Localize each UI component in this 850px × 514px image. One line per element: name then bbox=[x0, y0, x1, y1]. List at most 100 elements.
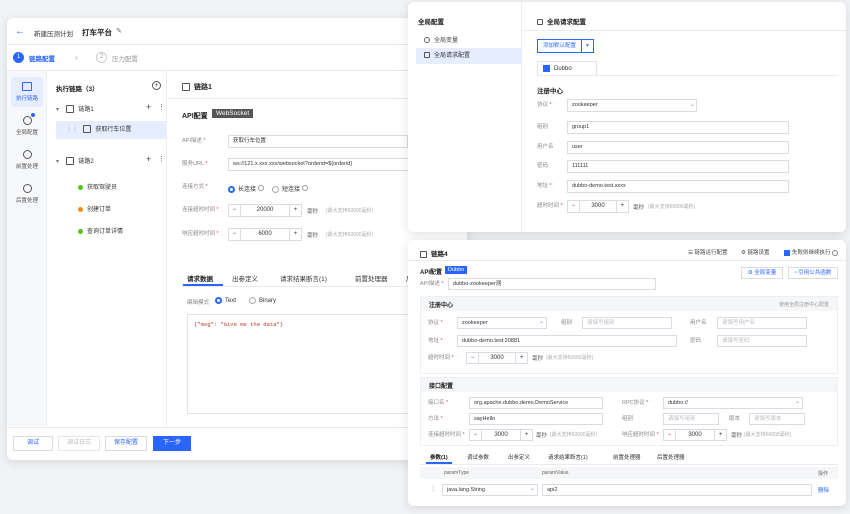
api-config-label: API配置 bbox=[182, 113, 208, 120]
gear-icon bbox=[424, 37, 430, 44]
desc-input[interactable]: 获取行车位置 bbox=[228, 135, 408, 148]
reg-timeout-hint: (最大支持60000毫秒) bbox=[546, 355, 594, 361]
registry-note[interactable]: 使用全局注册中心配置 bbox=[779, 301, 829, 308]
add-chain-icon[interactable]: + bbox=[152, 81, 161, 90]
param-value-input[interactable]: api2 bbox=[542, 484, 812, 496]
timeout-stepper[interactable]: −20000 + bbox=[228, 204, 302, 217]
tab-assert[interactable]: 请求结果断言(1) bbox=[280, 273, 327, 283]
tab-pre-processor[interactable]: 前置处理器 bbox=[355, 273, 388, 283]
iface-conn-unit: 毫秒 bbox=[536, 433, 548, 439]
main-title: 链路1 bbox=[182, 82, 212, 92]
drag-handle-icon[interactable]: ⋮ bbox=[430, 485, 436, 492]
conn-long-radio[interactable]: 长连接 bbox=[228, 184, 264, 193]
iface-ver-label: 版本 bbox=[729, 416, 741, 422]
next-step-button[interactable]: 下一步 bbox=[153, 436, 191, 451]
iface-group-input[interactable]: 请填写组别 bbox=[663, 413, 719, 425]
nav-post-process[interactable]: 后置处理 bbox=[11, 179, 43, 209]
registry-section-title: 注册中心 bbox=[537, 88, 563, 95]
debug-log-button[interactable]: 调试日志 bbox=[58, 436, 100, 451]
tree-group-2[interactable]: ▾ 链路2 + ⋮ bbox=[56, 154, 165, 166]
encode-label: 编辑模式 bbox=[187, 300, 210, 306]
tab-pre-processor[interactable]: 前置处理器 bbox=[613, 453, 641, 461]
chain-settings-button[interactable]: ⚙ 链路设置 bbox=[741, 248, 769, 256]
tree-item[interactable]: 查询订单详情 bbox=[78, 226, 123, 235]
reg-proto-select[interactable]: zookeeper bbox=[457, 317, 547, 329]
step-chevron-icon: › bbox=[75, 53, 78, 62]
conn-short-radio[interactable]: 短连接 bbox=[272, 184, 308, 193]
add-default-button[interactable]: 添加默认配置 ▾ bbox=[537, 39, 594, 53]
reg-timeout-stepper[interactable]: −3000 + bbox=[466, 352, 528, 364]
nav-global-config[interactable]: 全局配置 bbox=[11, 111, 43, 141]
chain-run-config-button[interactable]: ☰ 链路运行配置 bbox=[688, 248, 727, 256]
iface-conn-label: 连接超时时间 * bbox=[428, 432, 465, 438]
group-input[interactable]: group1 bbox=[567, 121, 789, 134]
reg-group-label: 组别 bbox=[561, 320, 573, 326]
timeout-unit: 毫秒 bbox=[633, 205, 645, 211]
pass-input[interactable]: 111111 bbox=[567, 160, 789, 173]
nav-exec-chain[interactable]: 执行链路 bbox=[11, 77, 43, 107]
public-func-button[interactable]: ▫ 引用公共函数 bbox=[788, 267, 838, 279]
back-arrow-icon[interactable]: ← bbox=[15, 26, 25, 37]
tab-assert[interactable]: 请求结果断言(1) bbox=[548, 453, 588, 461]
reg-pass-input[interactable]: 请填写密码 bbox=[717, 335, 807, 347]
reg-group-input[interactable]: 请填写组别 bbox=[582, 317, 672, 329]
delete-link[interactable]: 删除 bbox=[818, 486, 829, 494]
tab-output-def[interactable]: 出参定义 bbox=[232, 273, 258, 283]
iface-proto-select[interactable]: dubbo:// bbox=[663, 397, 803, 409]
chain-icon bbox=[22, 82, 32, 91]
reg-user-label: 用户名 bbox=[690, 320, 707, 326]
addr-input[interactable]: dubbo-demo.test.xxxx bbox=[567, 180, 789, 193]
chevron-down-icon: ⌄ bbox=[539, 319, 545, 325]
debug-button[interactable]: 调试 bbox=[13, 436, 53, 451]
iface-conn-hint: (最大支持60000毫秒) bbox=[550, 432, 598, 438]
tree-item-selected[interactable]: ⋮⋮ 获取行车位置 bbox=[56, 121, 167, 139]
step-2[interactable]: 2 压力配置 bbox=[96, 52, 138, 63]
dubbo-tab[interactable]: Dubbo bbox=[537, 61, 597, 75]
chevron-down-icon[interactable]: ▾ bbox=[582, 40, 593, 52]
reg-pass-label: 密码 bbox=[690, 338, 702, 344]
desc-label: API描述 * bbox=[182, 138, 206, 144]
add-icon[interactable]: + bbox=[146, 102, 151, 112]
side-item-global-vars[interactable]: 全局变量 bbox=[424, 35, 458, 44]
tab-params[interactable]: 参数(1) bbox=[430, 453, 448, 461]
continue-on-fail-checkbox[interactable]: 失败则继续执行 bbox=[784, 248, 839, 256]
param-type-select[interactable]: java.lang.String bbox=[442, 484, 538, 496]
iface-name-input[interactable]: org.apache.dubbo.demo.DemoService bbox=[469, 397, 603, 409]
timeout-stepper[interactable]: −3000 + bbox=[567, 200, 629, 213]
gear-icon: ⚙ bbox=[747, 270, 753, 276]
more-icon[interactable]: ⋮ bbox=[158, 103, 165, 111]
reg-addr-input[interactable]: dubbo-demo.test:20881 bbox=[457, 335, 677, 347]
reg-user-input[interactable]: 请填写用户名 bbox=[717, 317, 807, 329]
global-vars-button[interactable]: ⚙ 全局变量 bbox=[741, 267, 783, 279]
pass-label: 密码 bbox=[537, 163, 549, 169]
url-input[interactable]: ws://121.x.xxx.xxx/websocket?orderid=${o… bbox=[228, 158, 413, 171]
read-stepper[interactable]: −6000 + bbox=[228, 228, 302, 241]
code-content: {"msg": "Give me the data"} bbox=[194, 321, 284, 328]
api-desc-input[interactable]: dubbo-zookeeper测 bbox=[448, 278, 656, 290]
tab-debug-params[interactable]: 调试参数 bbox=[467, 453, 489, 461]
add-icon[interactable]: + bbox=[146, 154, 151, 164]
global-config-window: 全局配置 全局变量 全局请求配置 全局请求配置 添加默认配置 ▾ Dubbo 注… bbox=[408, 2, 846, 232]
tree-item[interactable]: 获取驾驶员 bbox=[78, 182, 117, 191]
iface-method-input[interactable]: sayHello bbox=[469, 413, 603, 425]
reg-addr-label: 地址 * bbox=[428, 338, 443, 344]
save-config-button[interactable]: 保存配置 bbox=[105, 436, 147, 451]
nav-pre-process[interactable]: 前置处理 bbox=[11, 145, 43, 175]
more-icon[interactable]: ⋮ bbox=[158, 155, 165, 163]
iface-resp-stepper[interactable]: −3000 + bbox=[663, 429, 727, 441]
iface-conn-stepper[interactable]: −3000 + bbox=[469, 429, 533, 441]
edit-icon[interactable]: ✎ bbox=[116, 27, 122, 35]
proto-select[interactable]: zookeeper bbox=[567, 99, 697, 112]
tree-group-1[interactable]: ▾ 链路1 + ⋮ bbox=[56, 102, 165, 114]
tree-item[interactable]: 创建订单 bbox=[78, 204, 111, 213]
encode-text-radio[interactable]: Text bbox=[215, 297, 236, 304]
tab-post-processor[interactable]: 后置处理器 bbox=[657, 453, 685, 461]
user-input[interactable]: user bbox=[567, 141, 789, 154]
side-item-global-request[interactable]: 全局请求配置 bbox=[416, 48, 522, 64]
iface-ver-input[interactable]: 请填写版本 bbox=[749, 413, 805, 425]
tab-request-data[interactable]: 请求数据 bbox=[187, 273, 213, 283]
iface-method-label: 方法 * bbox=[428, 416, 443, 422]
tab-output-def[interactable]: 出参定义 bbox=[508, 453, 530, 461]
step-1[interactable]: 1 链路配置 bbox=[13, 52, 55, 63]
encode-binary-radio[interactable]: Binary bbox=[249, 297, 276, 304]
